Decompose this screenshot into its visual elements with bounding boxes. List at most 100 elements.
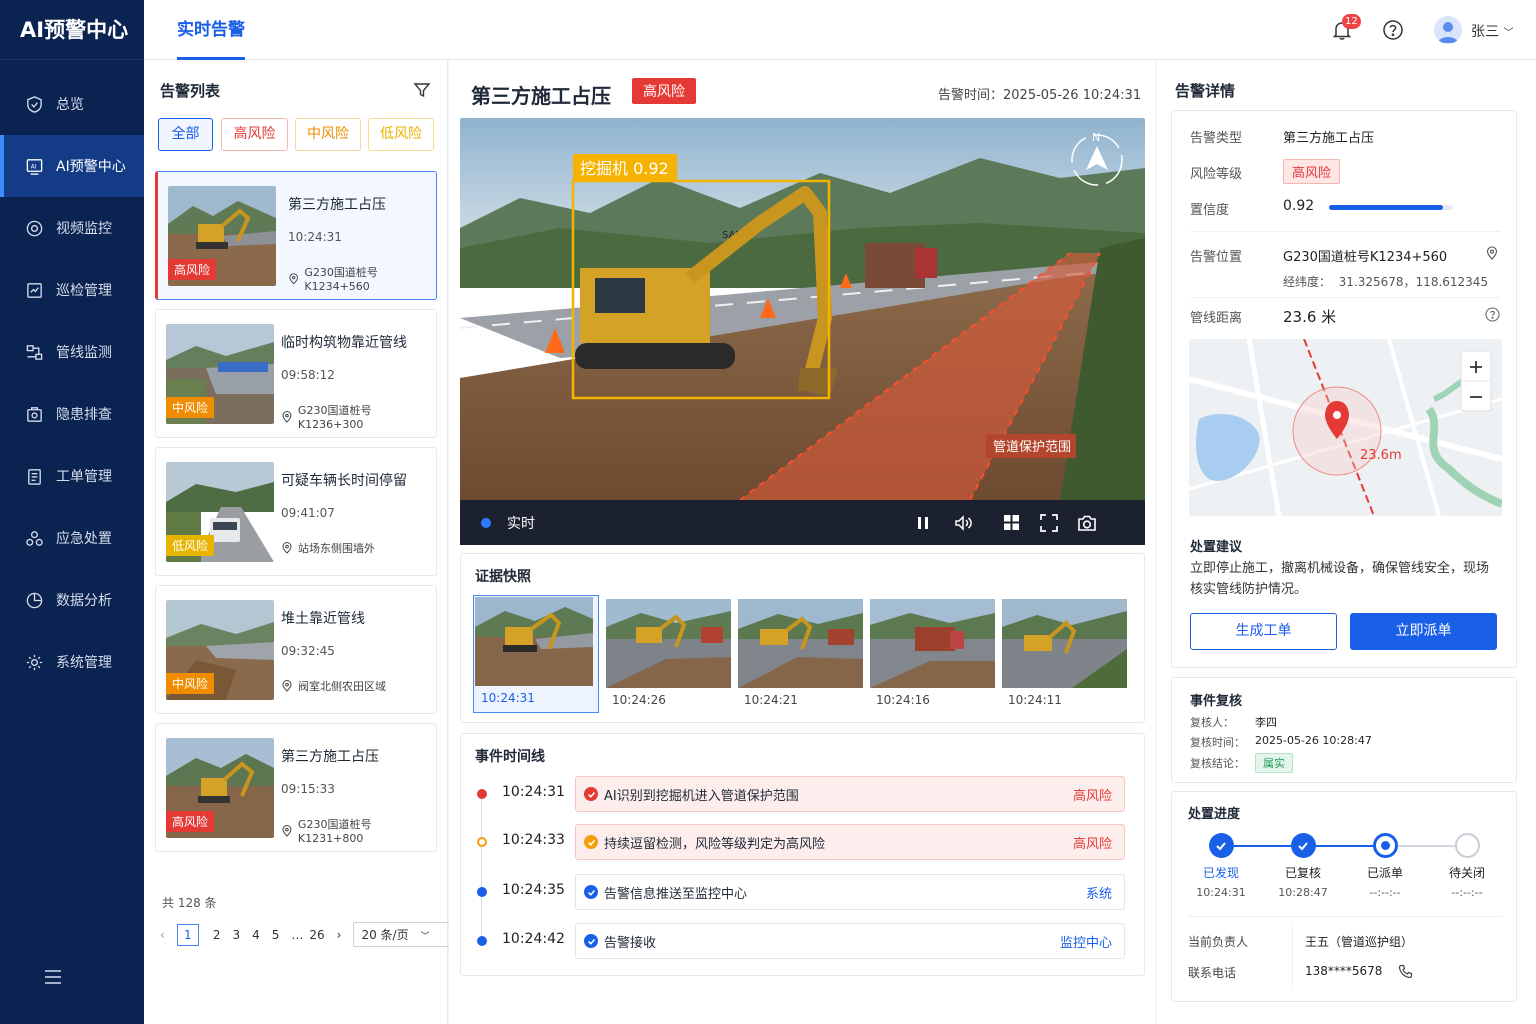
event-box[interactable]: 告警信息推送至监控中心 系统 bbox=[575, 874, 1125, 910]
pipeline-icon bbox=[26, 344, 43, 360]
chevron-down-icon: ﹀ bbox=[1503, 28, 1514, 39]
ai-monitor-icon: AI bbox=[26, 158, 43, 175]
location-pin-icon bbox=[282, 542, 292, 554]
snapshot-item[interactable]: 10:24:26 bbox=[606, 599, 731, 713]
sidebar-item-label: 总览 bbox=[56, 97, 84, 113]
check-circle-icon bbox=[584, 787, 598, 801]
page-size-text: 20 条/页 bbox=[361, 928, 409, 942]
page-4[interactable]: 4 bbox=[252, 928, 260, 942]
timeline-dot bbox=[477, 837, 487, 847]
progress-title: 处置进度 bbox=[1188, 807, 1241, 822]
alert-card[interactable]: 中风险 堆土靠近管线 09:32:45 阀室北侧农田区域 bbox=[155, 585, 437, 714]
page-2[interactable]: 2 bbox=[213, 928, 221, 942]
grid-layout-icon[interactable] bbox=[1003, 514, 1020, 531]
fullscreen-icon[interactable] bbox=[1040, 513, 1058, 532]
alert-card-title: 第三方施工占压 bbox=[281, 749, 379, 765]
video-player[interactable]: SANY 挖掘机 0.92 管道保护范围 N bbox=[460, 118, 1145, 545]
notification-badge: 12 bbox=[1342, 14, 1361, 29]
alert-thumbnail: 中风险 bbox=[166, 324, 274, 424]
alert-detail-panel: 告警详情 告警类型 第三方施工占压 风险等级 高风险 置信度 0.92 告警位置… bbox=[1157, 60, 1536, 1024]
dispatch-now-button[interactable]: 立即派单 bbox=[1350, 613, 1497, 650]
page-5[interactable]: 5 bbox=[272, 928, 280, 942]
review-time-value: 2025-05-26 10:28:47 bbox=[1255, 734, 1372, 747]
inspection-icon bbox=[27, 282, 42, 298]
pause-icon[interactable] bbox=[915, 515, 931, 531]
alert-card-location: G230国道桩号K1231+800 bbox=[281, 816, 436, 845]
alert-card[interactable]: 中风险 临时构筑物靠近管线 09:58:12 G230国道桩号K1236+300 bbox=[155, 309, 437, 438]
prev-page-icon[interactable]: ‹ bbox=[160, 928, 165, 942]
step-label: 已发现 bbox=[1202, 866, 1239, 880]
camera-icon bbox=[26, 220, 43, 236]
event-box[interactable]: 持续逗留检测，风险等级判定为高风险 高风险 bbox=[575, 824, 1125, 860]
location-text: G230国道桩号K1231+800 bbox=[297, 818, 372, 845]
alert-card-location: G230国道桩号K1234+560 bbox=[288, 264, 436, 293]
filter-high-risk[interactable]: 高风险 bbox=[221, 118, 288, 151]
sidebar-item-video[interactable]: 视频监控 bbox=[0, 197, 144, 259]
snapshot-item[interactable]: 10:24:21 bbox=[738, 599, 863, 713]
timeline-dot bbox=[477, 887, 487, 897]
page-1[interactable]: 1 bbox=[176, 923, 199, 946]
divider bbox=[1188, 916, 1502, 917]
detail-card: 告警类型 第三方施工占压 风险等级 高风险 置信度 0.92 告警位置 G230… bbox=[1171, 110, 1517, 668]
sidebar-item-pipeline[interactable]: 管线监测 bbox=[0, 321, 144, 383]
confidence-value: 0.92 bbox=[1283, 198, 1315, 214]
user-avatar-icon bbox=[1438, 22, 1458, 43]
location-text: G230国道桩号K1234+560 bbox=[304, 266, 378, 293]
snapshot-image bbox=[1002, 599, 1127, 688]
risk-tag: 中风险 bbox=[166, 673, 215, 694]
avatar[interactable] bbox=[1434, 16, 1462, 44]
advice-text: 立即停止施工，撤离机械设备，确保管线安全，现场核实管线防护情况。 bbox=[1190, 561, 1490, 597]
alert-thumbnail: 中风险 bbox=[166, 600, 274, 700]
filter-icon[interactable] bbox=[413, 81, 431, 99]
check-circle-icon bbox=[1208, 833, 1234, 858]
page-26[interactable]: 26 bbox=[309, 928, 324, 942]
filter-low-risk[interactable]: 低风险 bbox=[368, 118, 434, 151]
sidebar-item-overview[interactable]: 总览 bbox=[0, 73, 144, 135]
snapshot-item[interactable]: 10:24:11 bbox=[1002, 599, 1127, 713]
page-3[interactable]: 3 bbox=[232, 928, 240, 942]
location-text: 阀室北侧农田区域 bbox=[298, 680, 386, 693]
event-text: AI识别到挖掘机进入管道保护范围 bbox=[604, 788, 799, 804]
filter-all[interactable]: 全部 bbox=[158, 118, 213, 151]
sidebar-item-ai-alert[interactable]: AI AI预警中心 bbox=[0, 135, 144, 197]
event-tag: 高风险 bbox=[1072, 788, 1112, 804]
sidebar-item-hazard[interactable]: 隐患排查 bbox=[0, 383, 144, 445]
sidebar-item-inspection[interactable]: 巡检管理 bbox=[0, 259, 144, 321]
alert-card[interactable]: 低风险 可疑车辆长时间停留 09:41:07 站场东侧围墙外 bbox=[155, 447, 437, 576]
page-size-select[interactable]: 20 条/页 ﹀ bbox=[353, 922, 450, 947]
compass-north-label: N bbox=[1092, 131, 1100, 144]
sidebar-item-emergency[interactable]: 应急处置 bbox=[0, 507, 144, 569]
snapshot-item[interactable]: 10:24:31 bbox=[473, 595, 599, 713]
filter-medium-risk[interactable]: 中风险 bbox=[295, 118, 361, 151]
sidebar-item-workorder[interactable]: 工单管理 bbox=[0, 445, 144, 507]
location-map[interactable]: 23.6m bbox=[1189, 339, 1502, 516]
phone-icon[interactable] bbox=[1398, 964, 1413, 979]
reviewer-value: 李四 bbox=[1255, 716, 1277, 729]
progress-step: 已派单 --:--:-- bbox=[1355, 833, 1415, 899]
alert-card[interactable]: 高风险 第三方施工占压 09:15:33 G230国道桩号K1231+800 bbox=[155, 723, 437, 852]
snapshot-item[interactable]: 10:24:16 bbox=[870, 599, 995, 713]
event-box[interactable]: 告警接收 监控中心 bbox=[575, 923, 1125, 959]
step-time: --:--:-- bbox=[1369, 886, 1401, 899]
alert-card[interactable]: 高风险 第三方施工占压 10:24:31 G230国道桩号K1234+560 bbox=[155, 171, 437, 300]
tab-realtime-alerts[interactable]: 实时告警 bbox=[177, 0, 245, 60]
user-name[interactable]: 张三 ﹀ bbox=[1471, 21, 1513, 41]
volume-icon[interactable] bbox=[954, 514, 974, 531]
menu-toggle-icon[interactable] bbox=[44, 970, 62, 984]
location-text: G230国道桩号K1236+300 bbox=[297, 404, 372, 431]
sidebar-item-analysis[interactable]: 数据分析 bbox=[0, 569, 144, 631]
risk-badge: 高风险 bbox=[632, 78, 696, 104]
chart-pie-icon bbox=[26, 592, 43, 608]
step-label: 已派单 bbox=[1366, 866, 1403, 880]
help-icon[interactable] bbox=[1485, 307, 1500, 322]
screenshot-camera-icon[interactable] bbox=[1077, 514, 1097, 532]
sidebar-item-system[interactable]: 系统管理 bbox=[0, 631, 144, 693]
event-box[interactable]: AI识别到挖掘机进入管道保护范围 高风险 bbox=[575, 776, 1125, 812]
help-icon[interactable] bbox=[1382, 19, 1404, 41]
progress-step: 已发现 10:24:31 bbox=[1191, 833, 1251, 899]
next-page-icon[interactable]: › bbox=[337, 928, 342, 942]
confidence-label: 置信度 bbox=[1190, 203, 1230, 218]
create-workorder-button[interactable]: 生成工单 bbox=[1190, 613, 1337, 650]
app-logo: AI预警中心 bbox=[0, 0, 144, 60]
location-pin-icon[interactable] bbox=[1485, 246, 1499, 260]
